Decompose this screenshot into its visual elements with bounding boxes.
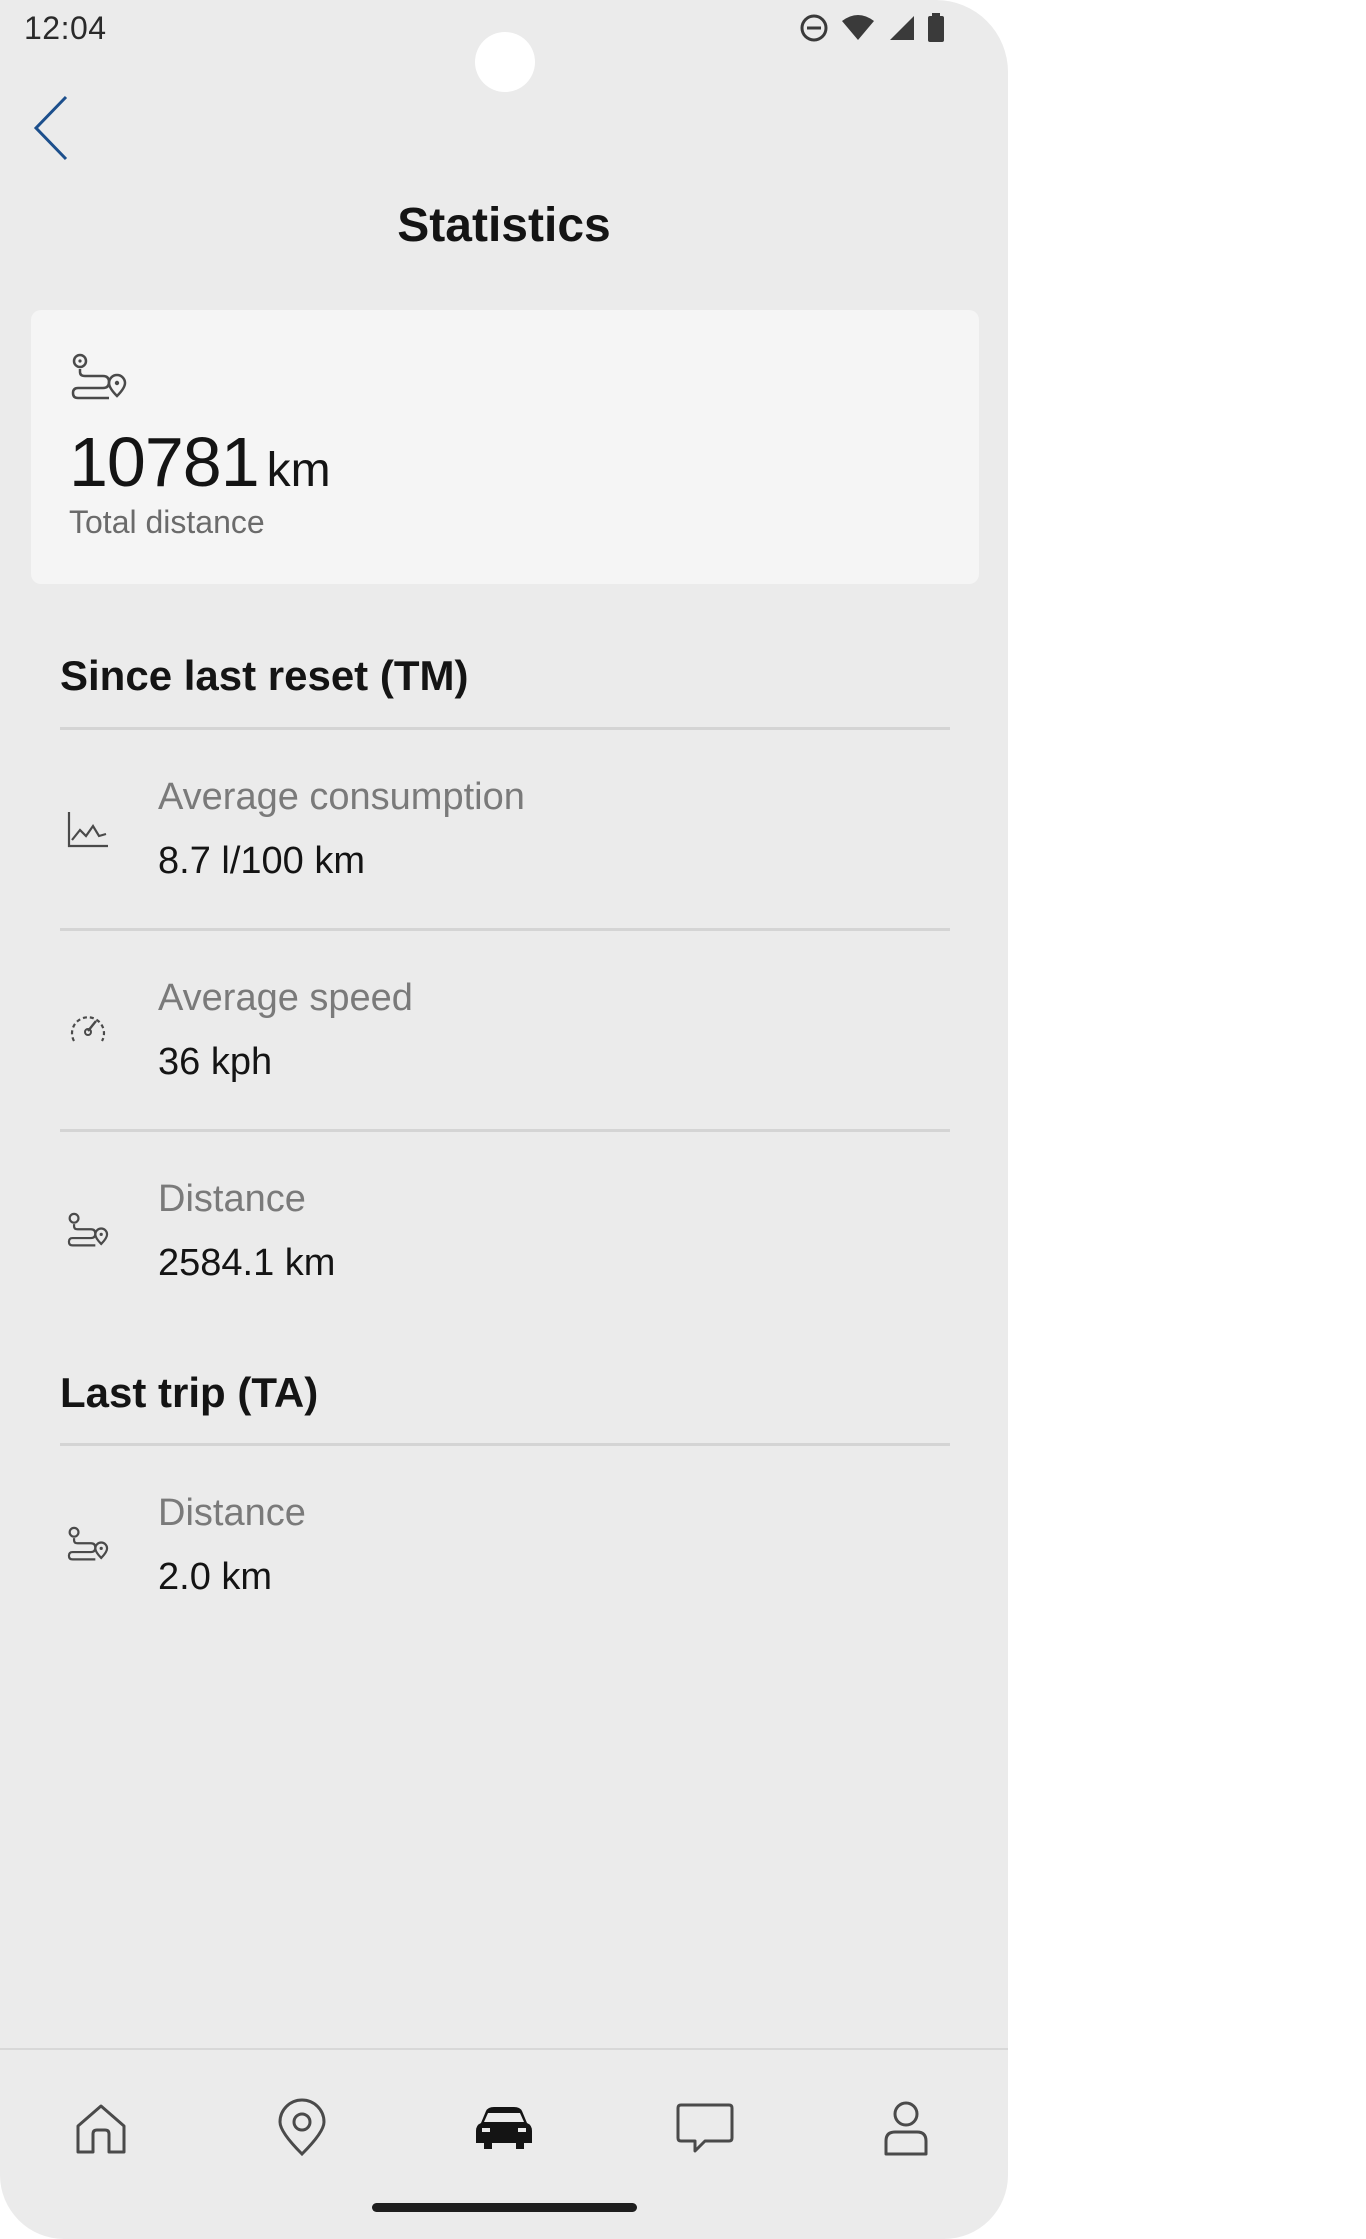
nav-map[interactable] xyxy=(262,2090,342,2170)
total-distance-unit: km xyxy=(266,444,331,497)
camera-cutout xyxy=(475,32,535,92)
route-icon xyxy=(66,1522,110,1566)
stat-value: 2584.1 km xyxy=(158,1242,336,1284)
stat-row-last-trip-distance: Distance 2.0 km xyxy=(60,1446,950,1646)
chart-line-icon xyxy=(66,806,110,850)
speedometer-icon xyxy=(66,1007,110,1051)
nav-home[interactable] xyxy=(61,2090,141,2170)
stat-row-distance: Distance 2584.1 km xyxy=(60,1132,950,1332)
profile-icon xyxy=(881,2099,931,2162)
app-screen: 12:04 Statistics 10781 km Total distance… xyxy=(0,0,1008,2239)
car-icon xyxy=(474,2103,534,2158)
map-pin-icon xyxy=(274,2098,330,2163)
stat-label: Distance xyxy=(158,1492,306,1534)
total-distance-card: 10781 km Total distance xyxy=(31,310,979,584)
total-distance-value: 10781 km xyxy=(69,422,331,502)
nav-car[interactable] xyxy=(464,2090,544,2170)
page-title: Statistics xyxy=(397,199,611,252)
chevron-left-icon xyxy=(32,93,72,168)
nav-messages[interactable] xyxy=(665,2090,745,2170)
status-time: 12:04 xyxy=(24,10,107,46)
signal-icon xyxy=(886,12,916,44)
stat-value: 8.7 l/100 km xyxy=(158,840,365,882)
home-indicator[interactable] xyxy=(372,2203,637,2212)
section-heading-last-trip: Last trip (TA) xyxy=(60,1369,319,1416)
total-distance-number: 10781 xyxy=(69,423,260,501)
total-distance-label: Total distance xyxy=(69,504,265,540)
route-icon xyxy=(66,1208,110,1252)
stat-value: 2.0 km xyxy=(158,1556,273,1598)
route-icon xyxy=(69,352,129,407)
chat-bubble-icon xyxy=(675,2101,735,2160)
home-icon xyxy=(73,2100,129,2161)
back-button[interactable] xyxy=(22,90,82,170)
stat-row-average-speed: Average speed 36 kph xyxy=(60,931,950,1131)
stat-row-average-consumption: Average consumption 8.7 l/100 km xyxy=(60,730,950,930)
stat-label: Average consumption xyxy=(158,776,525,818)
stat-label: Distance xyxy=(158,1178,306,1220)
section-heading-since-last-reset: Since last reset (TM) xyxy=(60,652,469,699)
do-not-disturb-icon xyxy=(798,12,830,44)
wifi-icon xyxy=(840,12,876,44)
status-icons xyxy=(798,12,946,44)
nav-profile[interactable] xyxy=(866,2090,946,2170)
stat-label: Average speed xyxy=(158,977,413,1019)
battery-icon xyxy=(926,12,946,44)
stat-value: 36 kph xyxy=(158,1041,273,1083)
